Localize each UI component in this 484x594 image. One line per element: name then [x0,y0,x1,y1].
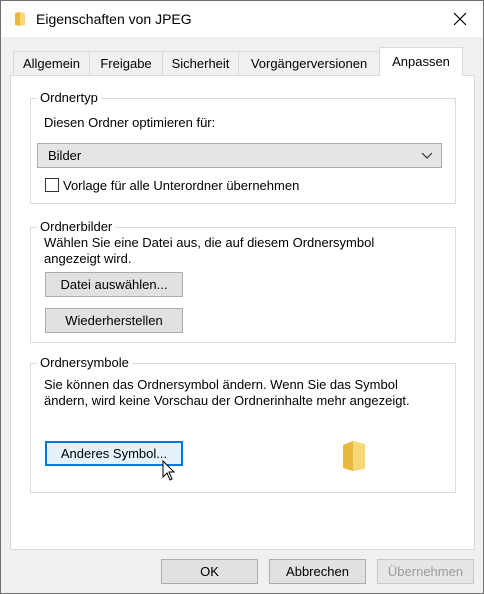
tab-freigabe[interactable]: Freigabe [89,51,163,75]
tab-vorgaengerversionen[interactable]: Vorgängerversionen [238,51,380,75]
button-label: Anderes Symbol... [60,446,168,461]
ordnersymbole-description-2: ändern, wird keine Vorschau der Ordnerin… [44,393,410,408]
group-title: Ordnersymbole [37,355,132,370]
tab-label: Anpassen [392,54,450,69]
group-title: Ordnertyp [37,90,101,105]
select-value: Bilder [48,148,82,163]
tab-label: Allgemein [22,56,81,71]
button-label: OK [200,564,219,579]
button-label: Datei auswählen... [60,277,168,292]
title-bar: Eigenschaften von JPEG [1,1,483,37]
ok-button[interactable]: OK [161,559,258,584]
restore-button[interactable]: Wiederherstellen [45,308,183,333]
ordnerbilder-description-2: angezeigt wird. [44,251,132,266]
ordnerbilder-description-1: Wählen Sie eine Datei aus, die auf diese… [44,235,375,250]
button-label: Übernehmen [387,564,464,579]
window-title: Eigenschaften von JPEG [36,11,192,27]
button-label: Wiederherstellen [65,313,163,328]
subfolders-checkbox[interactable] [45,178,59,192]
ordnersymbole-description-1: Sie können das Ordnersymbol ändern. Wenn… [44,377,398,392]
mouse-pointer-icon [162,460,176,481]
folder-icon [15,12,25,26]
tab-label: Freigabe [100,56,152,71]
choose-file-button[interactable]: Datei auswählen... [45,272,183,297]
optimize-label: Diesen Ordner optimieren für: [44,115,216,130]
close-button[interactable] [437,1,483,37]
tab-sicherheit[interactable]: Sicherheit [162,51,239,75]
tab-label: Sicherheit [171,56,230,71]
button-label: Abbrechen [286,564,349,579]
close-icon [453,12,467,26]
tab-allgemein[interactable]: Allgemein [13,51,90,75]
tab-label: Vorgängerversionen [250,56,368,71]
optimize-select[interactable]: Bilder [37,143,442,168]
chevron-down-icon [421,152,433,159]
tab-anpassen[interactable]: Anpassen [379,47,463,76]
group-title: Ordnerbilder [37,219,116,234]
cancel-button[interactable]: Abbrechen [269,559,366,584]
apply-button[interactable]: Übernehmen [377,559,474,584]
folder-preview-icon [343,441,365,471]
properties-dialog: Eigenschaften von JPEG Allgemein Freigab… [0,0,484,594]
subfolders-checkbox-label[interactable]: Vorlage für alle Unterordner übernehmen [63,178,299,194]
